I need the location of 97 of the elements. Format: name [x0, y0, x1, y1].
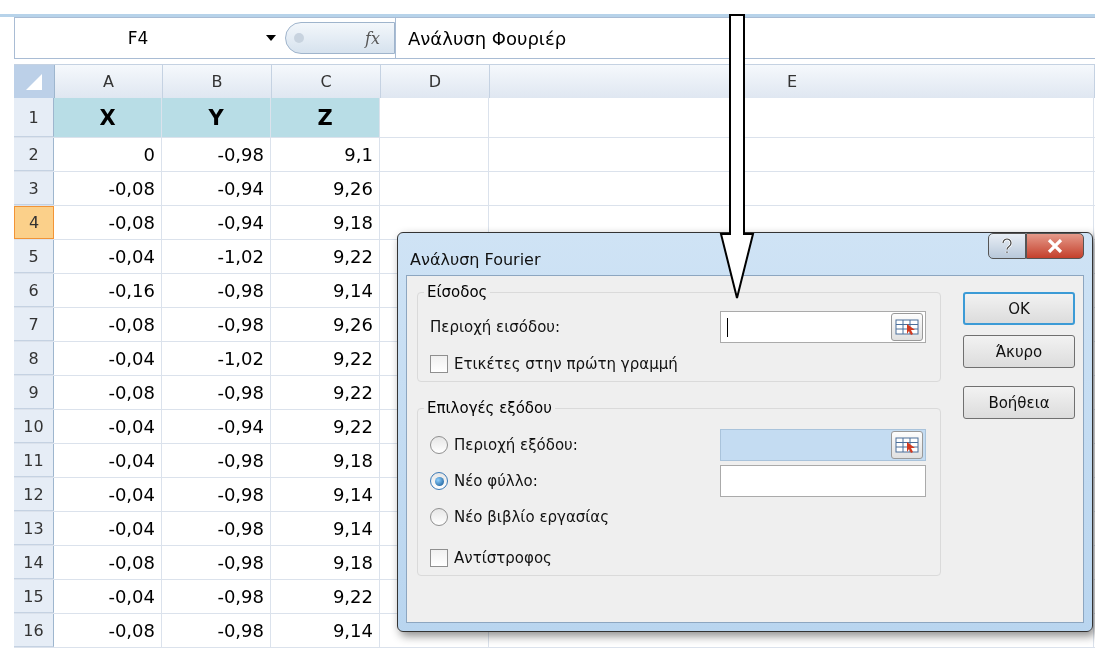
table-cell: -0,94 [162, 172, 271, 205]
row-header[interactable]: 11 [14, 444, 54, 477]
collapse-dialog-icon[interactable] [891, 313, 923, 341]
radio-button[interactable] [430, 508, 448, 526]
table-cell: -0,04 [54, 342, 162, 375]
row-header[interactable]: 2 [14, 138, 54, 171]
row-header[interactable]: 14 [14, 546, 54, 579]
table-cell: -0,98 [162, 308, 271, 341]
table-cell: -0,04 [54, 580, 162, 613]
table-cell: 9,18 [271, 206, 380, 239]
checkbox-label: Ετικέτες στην πρώτη γραμμή [454, 355, 678, 373]
dialog-title: Ανάλυση Fourier [410, 248, 541, 269]
sheet-name-field[interactable] [720, 465, 926, 497]
formula-bar-handle[interactable] [285, 22, 395, 54]
table-cell: -0,98 [162, 546, 271, 579]
field-label: Περιοχή εισόδου: [430, 318, 561, 336]
dialog-button[interactable]: Βοήθεια [963, 386, 1075, 419]
checkbox[interactable] [430, 549, 448, 567]
table-cell: -0,08 [54, 376, 162, 409]
table-cell: 9,14 [271, 274, 380, 307]
row-header[interactable]: 4 [14, 206, 54, 239]
radio-label: Περιοχή εξόδου: [454, 436, 579, 454]
row-header[interactable]: 13 [14, 512, 54, 545]
table-cell: -1,02 [162, 342, 271, 375]
row-header[interactable]: 15 [14, 580, 54, 613]
radio-label: Νέο βιβλίο εργασίας [454, 508, 611, 526]
table-cell: 9,14 [271, 512, 380, 545]
table-cell: 9,22 [271, 342, 380, 375]
group-legend: Είσοδος [424, 283, 491, 301]
close-button[interactable] [1026, 233, 1084, 259]
table-cell: -0,98 [162, 614, 271, 647]
table-cell: 9,14 [271, 478, 380, 511]
row-header[interactable]: 7 [14, 308, 54, 341]
dialog-button[interactable]: OK [963, 292, 1075, 325]
table-cell: 9,22 [271, 580, 380, 613]
row-header[interactable]: 3 [14, 172, 54, 205]
table-cell: 9,18 [271, 546, 380, 579]
table-cell: 0 [54, 138, 162, 171]
table-cell: -0,08 [54, 614, 162, 647]
table-cell: Z [271, 98, 380, 137]
table-cell: -0,98 [162, 376, 271, 409]
table-cell: -0,04 [54, 478, 162, 511]
column-header[interactable]: D [381, 65, 490, 98]
radio-label: Νέο φύλλο: [454, 472, 539, 490]
dialog-button[interactable]: Άκυρο [963, 335, 1075, 368]
collapse-dialog-icon[interactable] [891, 431, 923, 459]
table-cell: 9,22 [271, 376, 380, 409]
row-header[interactable]: 12 [14, 478, 54, 511]
table-cell: 9,22 [271, 240, 380, 273]
checkbox[interactable] [430, 355, 448, 373]
table-cell: -0,98 [162, 138, 271, 171]
row-header[interactable]: 10 [14, 410, 54, 443]
table-cell: -0,98 [162, 580, 271, 613]
table-cell: -0,98 [162, 274, 271, 307]
table-cell: -0,98 [162, 478, 271, 511]
table-cell: 9,18 [271, 444, 380, 477]
group-legend: Επιλογές εξόδου [424, 399, 555, 417]
table-cell: 9,14 [271, 614, 380, 647]
table-cell: -0,04 [54, 410, 162, 443]
table-cell: 9,22 [271, 410, 380, 443]
output-range-field[interactable] [720, 429, 926, 461]
input-range-field[interactable] [720, 311, 926, 343]
row-header[interactable]: 8 [14, 342, 54, 375]
table-cell: -0,16 [54, 274, 162, 307]
dropdown-caret-icon[interactable] [265, 34, 277, 42]
row-header[interactable]: 6 [14, 274, 54, 307]
row-header[interactable]: 5 [14, 240, 54, 273]
table-cell: X [54, 98, 162, 137]
text-cursor [727, 318, 728, 337]
table-cell: -0,98 [162, 512, 271, 545]
table-cell: -0,04 [54, 512, 162, 545]
table-cell: 9,26 [271, 308, 380, 341]
row-header[interactable]: 16 [14, 614, 54, 647]
table-cell: -0,08 [54, 206, 162, 239]
table-cell: 9,26 [271, 172, 380, 205]
checkbox-label: Αντίστροφος [454, 549, 552, 567]
row-header[interactable]: 9 [14, 376, 54, 409]
table-cell: -0,08 [54, 172, 162, 205]
help-button[interactable] [988, 233, 1026, 259]
table-cell: -0,04 [54, 240, 162, 273]
table-cell: -0,94 [162, 206, 271, 239]
insert-function-label[interactable]: fx [365, 28, 395, 48]
radio-button[interactable] [430, 436, 448, 454]
table-cell: Y [162, 98, 271, 137]
table-cell: -0,98 [162, 444, 271, 477]
table-cell: -0,08 [54, 308, 162, 341]
table-cell: -0,08 [54, 546, 162, 579]
select-all-corner[interactable] [14, 65, 55, 98]
table-cell: 9,1 [271, 138, 380, 171]
table-cell: -0,94 [162, 410, 271, 443]
table-cell: -0,04 [54, 444, 162, 477]
name-box[interactable]: F4 [15, 18, 285, 58]
help-icon [1001, 238, 1013, 254]
table-cell: -1,02 [162, 240, 271, 273]
radio-button[interactable] [430, 472, 448, 490]
close-icon [1047, 239, 1063, 253]
row-header[interactable]: 1 [14, 98, 54, 137]
